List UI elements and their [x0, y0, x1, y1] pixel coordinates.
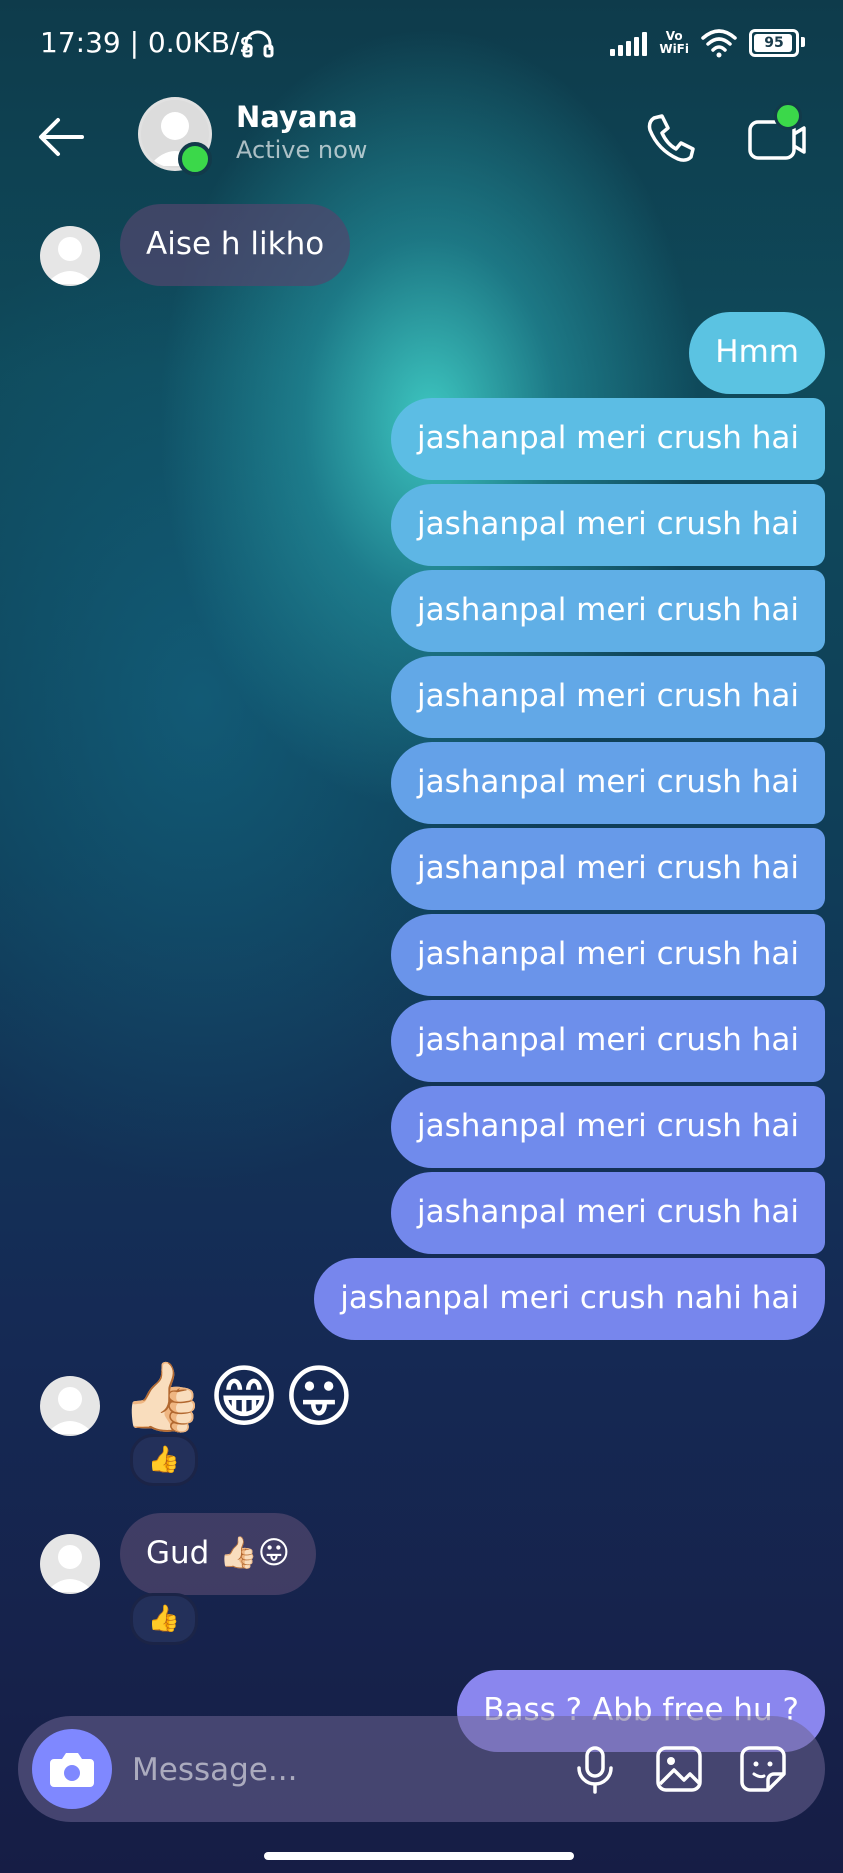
- message-outgoing[interactable]: jashanpal meri crush hai: [390, 1000, 825, 1082]
- home-indicator[interactable]: [264, 1852, 574, 1860]
- sender-avatar[interactable]: [40, 1534, 100, 1594]
- wifi-icon: [701, 29, 737, 58]
- message-composer: [18, 1716, 825, 1822]
- battery-level: 95: [764, 35, 784, 51]
- avatar-placeholder-icon: [46, 237, 94, 284]
- status-bar: 17:39 | 0.0KB/s Vo WiFi 95: [0, 0, 843, 92]
- message-outgoing[interactable]: jashanpal meri crush hai: [390, 656, 825, 738]
- camera-button[interactable]: [32, 1729, 112, 1809]
- online-indicator: [178, 142, 212, 176]
- avatar-placeholder-icon: [46, 1387, 94, 1434]
- message-outgoing[interactable]: jashanpal meri crush hai: [390, 742, 825, 824]
- battery-icon: 95: [749, 29, 805, 57]
- message-outgoing[interactable]: jashanpal meri crush hai: [390, 398, 825, 480]
- phone-icon[interactable]: [640, 108, 700, 168]
- sender-avatar[interactable]: [40, 226, 100, 286]
- signal-icon: [610, 30, 648, 56]
- message-outgoing[interactable]: Hmm: [689, 312, 825, 394]
- status-time: 17:39 | 0.0KB/s: [40, 26, 255, 59]
- message-outgoing[interactable]: jashanpal meri crush nahi hai: [314, 1258, 825, 1340]
- reaction-badge[interactable]: 👍: [130, 1434, 198, 1486]
- message-outgoing[interactable]: jashanpal meri crush hai: [390, 1086, 825, 1168]
- message-incoming[interactable]: Gud 👍🏻😛: [120, 1513, 317, 1595]
- message-incoming[interactable]: Aise h likho: [120, 204, 351, 286]
- avatar-placeholder-icon: [46, 1545, 94, 1592]
- message-outgoing[interactable]: jashanpal meri crush hai: [390, 1172, 825, 1254]
- message-emoji[interactable]: 👍🏻😁😛: [120, 1358, 358, 1438]
- camera-icon: [50, 1753, 94, 1787]
- microphone-icon[interactable]: [566, 1740, 624, 1798]
- gallery-icon[interactable]: [650, 1740, 708, 1798]
- back-arrow-icon[interactable]: [34, 110, 88, 164]
- contact-name[interactable]: Nayana: [236, 100, 358, 134]
- message-input[interactable]: [130, 1744, 554, 1796]
- chat-header: Nayana Active now: [0, 92, 843, 182]
- message-outgoing[interactable]: jashanpal meri crush hai: [390, 914, 825, 996]
- message-outgoing[interactable]: jashanpal meri crush hai: [390, 570, 825, 652]
- reaction-badge[interactable]: 👍: [130, 1593, 198, 1645]
- video-active-dot: [774, 102, 802, 130]
- vowifi-label: Vo WiFi: [659, 29, 689, 56]
- message-outgoing[interactable]: jashanpal meri crush hai: [390, 484, 825, 566]
- contact-status: Active now: [236, 136, 368, 164]
- message-outgoing[interactable]: jashanpal meri crush hai: [390, 828, 825, 910]
- sticker-icon[interactable]: [734, 1740, 792, 1798]
- sender-avatar[interactable]: [40, 1376, 100, 1436]
- headset-icon: [242, 30, 274, 58]
- status-icons: Vo WiFi 95: [598, 28, 805, 58]
